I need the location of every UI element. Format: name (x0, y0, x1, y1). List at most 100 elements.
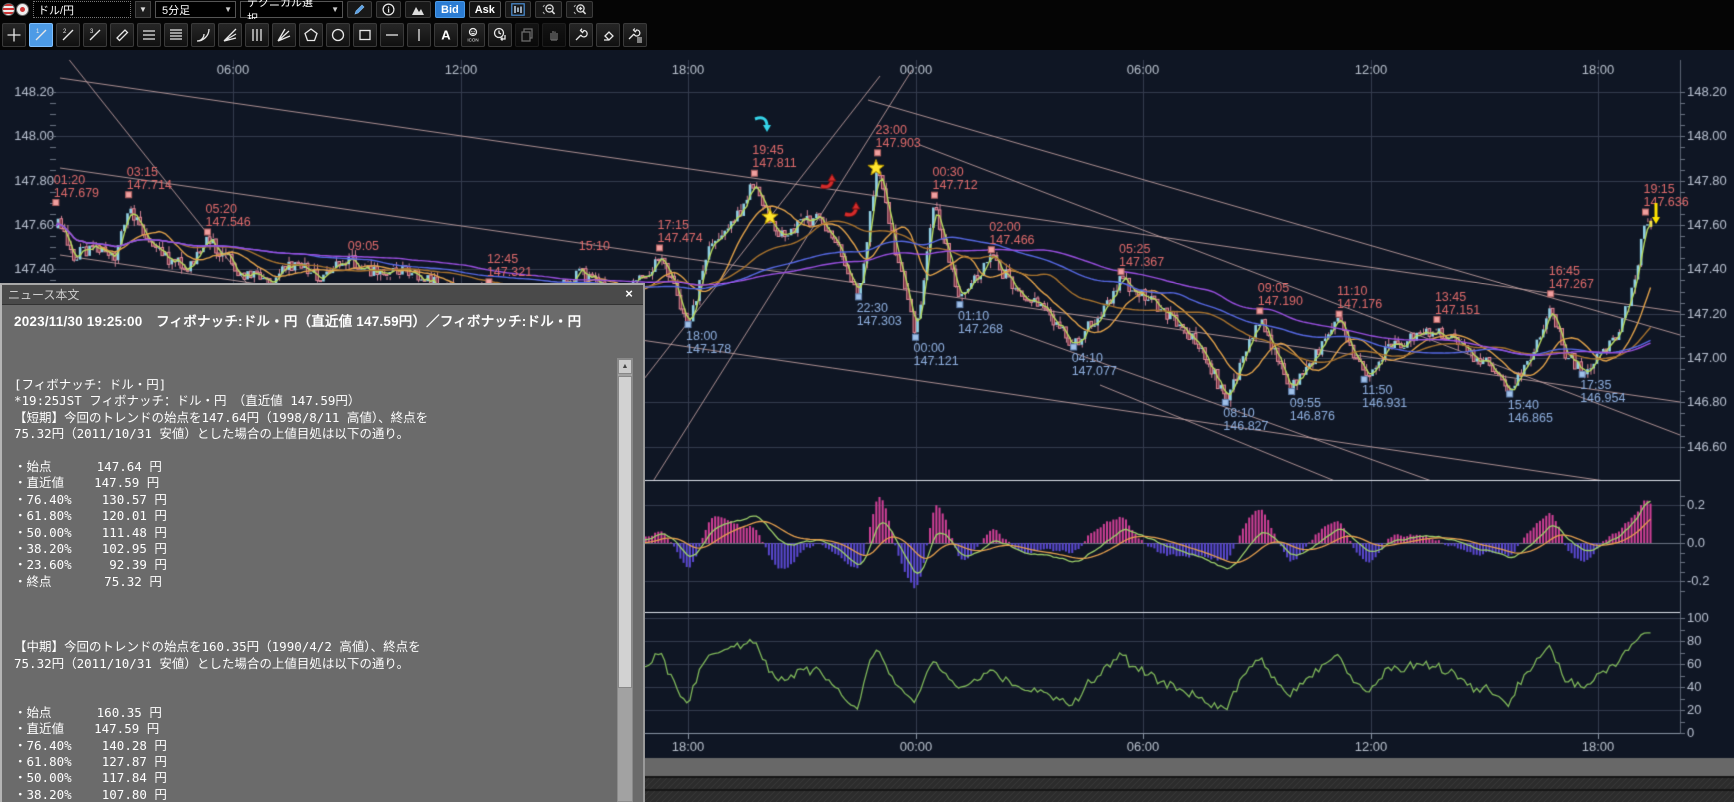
tool-ellipse[interactable] (326, 23, 350, 47)
line2-icon: 2 (60, 27, 76, 43)
circle-icon (330, 27, 346, 43)
news-body-line: ・終点 75.32 円 (14, 574, 603, 590)
tool-crosshair[interactable] (2, 23, 26, 47)
tool-parallel-channel[interactable] (110, 23, 134, 47)
crosshair-icon (6, 27, 22, 43)
chevron-down-icon: ▼ (224, 5, 232, 14)
tool-fibo-extension[interactable] (164, 23, 188, 47)
clock-icon (492, 27, 508, 43)
news-body-line: ・23.60% 92.39 円 (14, 557, 603, 573)
news-scrollbar[interactable]: ▲ (617, 358, 633, 802)
svg-text:ICON: ICON (467, 37, 478, 42)
tool-gann-fan[interactable] (272, 23, 296, 47)
tool-tool-settings[interactable] (623, 23, 647, 47)
zoom-out-icon (541, 3, 556, 16)
fx-chart-window: ドル/円 ▼ 5分足 ▼ テクニカル選択 ▼ i Bid Ask (0, 0, 1734, 802)
close-icon[interactable]: × (622, 287, 636, 301)
news-panel: ニュース本文 × 2023/11/30 19:25:00 フィボナッチ:ドル・円… (0, 283, 645, 802)
news-headline: 2023/11/30 19:25:00 フィボナッチ:ドル・円（直近値 147.… (14, 310, 603, 330)
tool-vertical-line[interactable] (407, 23, 431, 47)
tool-eraser[interactable] (596, 23, 620, 47)
news-body-line (14, 672, 603, 688)
news-body-line (14, 590, 603, 606)
drawing-toolbar: 1 2 3 A ICON (0, 19, 1734, 50)
news-body-line: ・38.20% 107.80 円 (14, 787, 603, 802)
news-body-line: ・50.00% 117.84 円 (14, 770, 603, 786)
wrench2-icon (627, 27, 643, 43)
tool-trendline-1[interactable]: 1 (29, 23, 53, 47)
candle-panel-button[interactable] (505, 1, 531, 18)
fan2-icon (276, 27, 292, 43)
pentagon-icon (303, 27, 319, 43)
svg-text:2: 2 (63, 29, 67, 35)
news-body-line (14, 606, 603, 622)
news-body-text: [フィボナッチ：ドル・円]*19:25JST フィボナッチ：ドル・円 （直近値 … (14, 377, 603, 802)
chevron-down-icon: ▼ (331, 5, 339, 14)
pair-selector[interactable]: ドル/円 (33, 1, 131, 18)
news-body-line: ・50.00% 111.48 円 (14, 525, 603, 541)
news-body-line: 【短期】今回のトレンドの始点を147.64円（1998/8/11 高値）、終点を (14, 410, 603, 426)
svg-text:1: 1 (36, 29, 40, 35)
technical-selector[interactable]: テクニカル選択 ▼ (240, 1, 343, 18)
news-body-line (14, 443, 603, 459)
tool-fibo-retracement[interactable] (137, 23, 161, 47)
hlines4-icon (168, 27, 184, 43)
currency-flags (2, 3, 29, 16)
tool-icon-stamp[interactable]: ICON (461, 23, 485, 47)
tool-horizontal-line[interactable] (380, 23, 404, 47)
svg-text:A: A (441, 27, 451, 42)
tool-time-marker[interactable] (488, 23, 512, 47)
news-body-line: 75.32円（2011/10/31 安値）とした場合の上値目処は以下の通り。 (14, 656, 603, 672)
news-scrollbar-thumb[interactable] (618, 376, 632, 688)
tool-rectangle[interactable] (353, 23, 377, 47)
zoom-in-button[interactable] (566, 1, 593, 18)
info-icon: i (382, 3, 395, 16)
news-body-line: ・始点 160.35 円 (14, 705, 603, 721)
top-toolbar: ドル/円 ▼ 5分足 ▼ テクニカル選択 ▼ i Bid Ask (0, 0, 1734, 19)
tool-trendline-2[interactable]: 2 (56, 23, 80, 47)
pencil-icon (353, 3, 366, 16)
stamp-icon: ICON (465, 27, 481, 43)
scroll-up-arrow-icon[interactable]: ▲ (618, 359, 632, 374)
news-body-line: ・76.40% 140.28 円 (14, 738, 603, 754)
mountain-icon (411, 4, 425, 16)
eraser-icon (600, 27, 616, 43)
chart-style-button[interactable] (405, 1, 431, 18)
zoom-in-icon (572, 3, 587, 16)
copy-icon (519, 27, 535, 43)
news-body-line: ・始点 147.64 円 (14, 459, 603, 475)
hline-icon (384, 27, 400, 43)
square-icon (357, 27, 373, 43)
news-body-line: ・38.20% 102.95 円 (14, 541, 603, 557)
tool-pentagon[interactable] (299, 23, 323, 47)
tool-fibo-timezones[interactable] (245, 23, 269, 47)
news-body-line: 75.32円（2011/10/31 安値）とした場合の上値目処は以下の通り。 (14, 426, 603, 442)
news-body-line: ・直近値 147.59 円 (14, 721, 603, 737)
us-flag-icon (2, 3, 15, 16)
news-body-line (14, 623, 603, 639)
svg-text:3: 3 (90, 29, 94, 35)
pair-dropdown-button[interactable]: ▼ (135, 1, 151, 18)
info-button[interactable]: i (376, 1, 401, 18)
hand-icon (546, 27, 562, 43)
news-body-line: ・61.80% 127.87 円 (14, 754, 603, 770)
news-body-line: ・61.80% 120.01 円 (14, 508, 603, 524)
timeframe-selector[interactable]: 5分足 ▼ (155, 1, 236, 18)
tool-trendline-3[interactable]: 3 (83, 23, 107, 47)
tool-fibo-fan[interactable] (218, 23, 242, 47)
bid-button[interactable]: Bid (435, 1, 465, 18)
news-panel-header[interactable]: ニュース本文 × (2, 285, 643, 305)
news-body-line: *19:25JST フィボナッチ：ドル・円 （直近値 147.59円） (14, 393, 603, 409)
ask-button[interactable]: Ask (469, 1, 501, 18)
tool-adjust-wrench[interactable] (569, 23, 593, 47)
ruler-icon (114, 27, 130, 43)
tool-text[interactable]: A (434, 23, 458, 47)
tool-copy[interactable] (515, 23, 539, 47)
tool-pan-hand[interactable] (542, 23, 566, 47)
zoom-out-button[interactable] (535, 1, 562, 18)
line3-icon: 3 (87, 27, 103, 43)
tool-fibo-arcs[interactable] (191, 23, 215, 47)
line1-icon: 1 (33, 27, 49, 43)
textA-icon: A (438, 27, 454, 43)
draw-pencil-button[interactable] (347, 1, 372, 18)
